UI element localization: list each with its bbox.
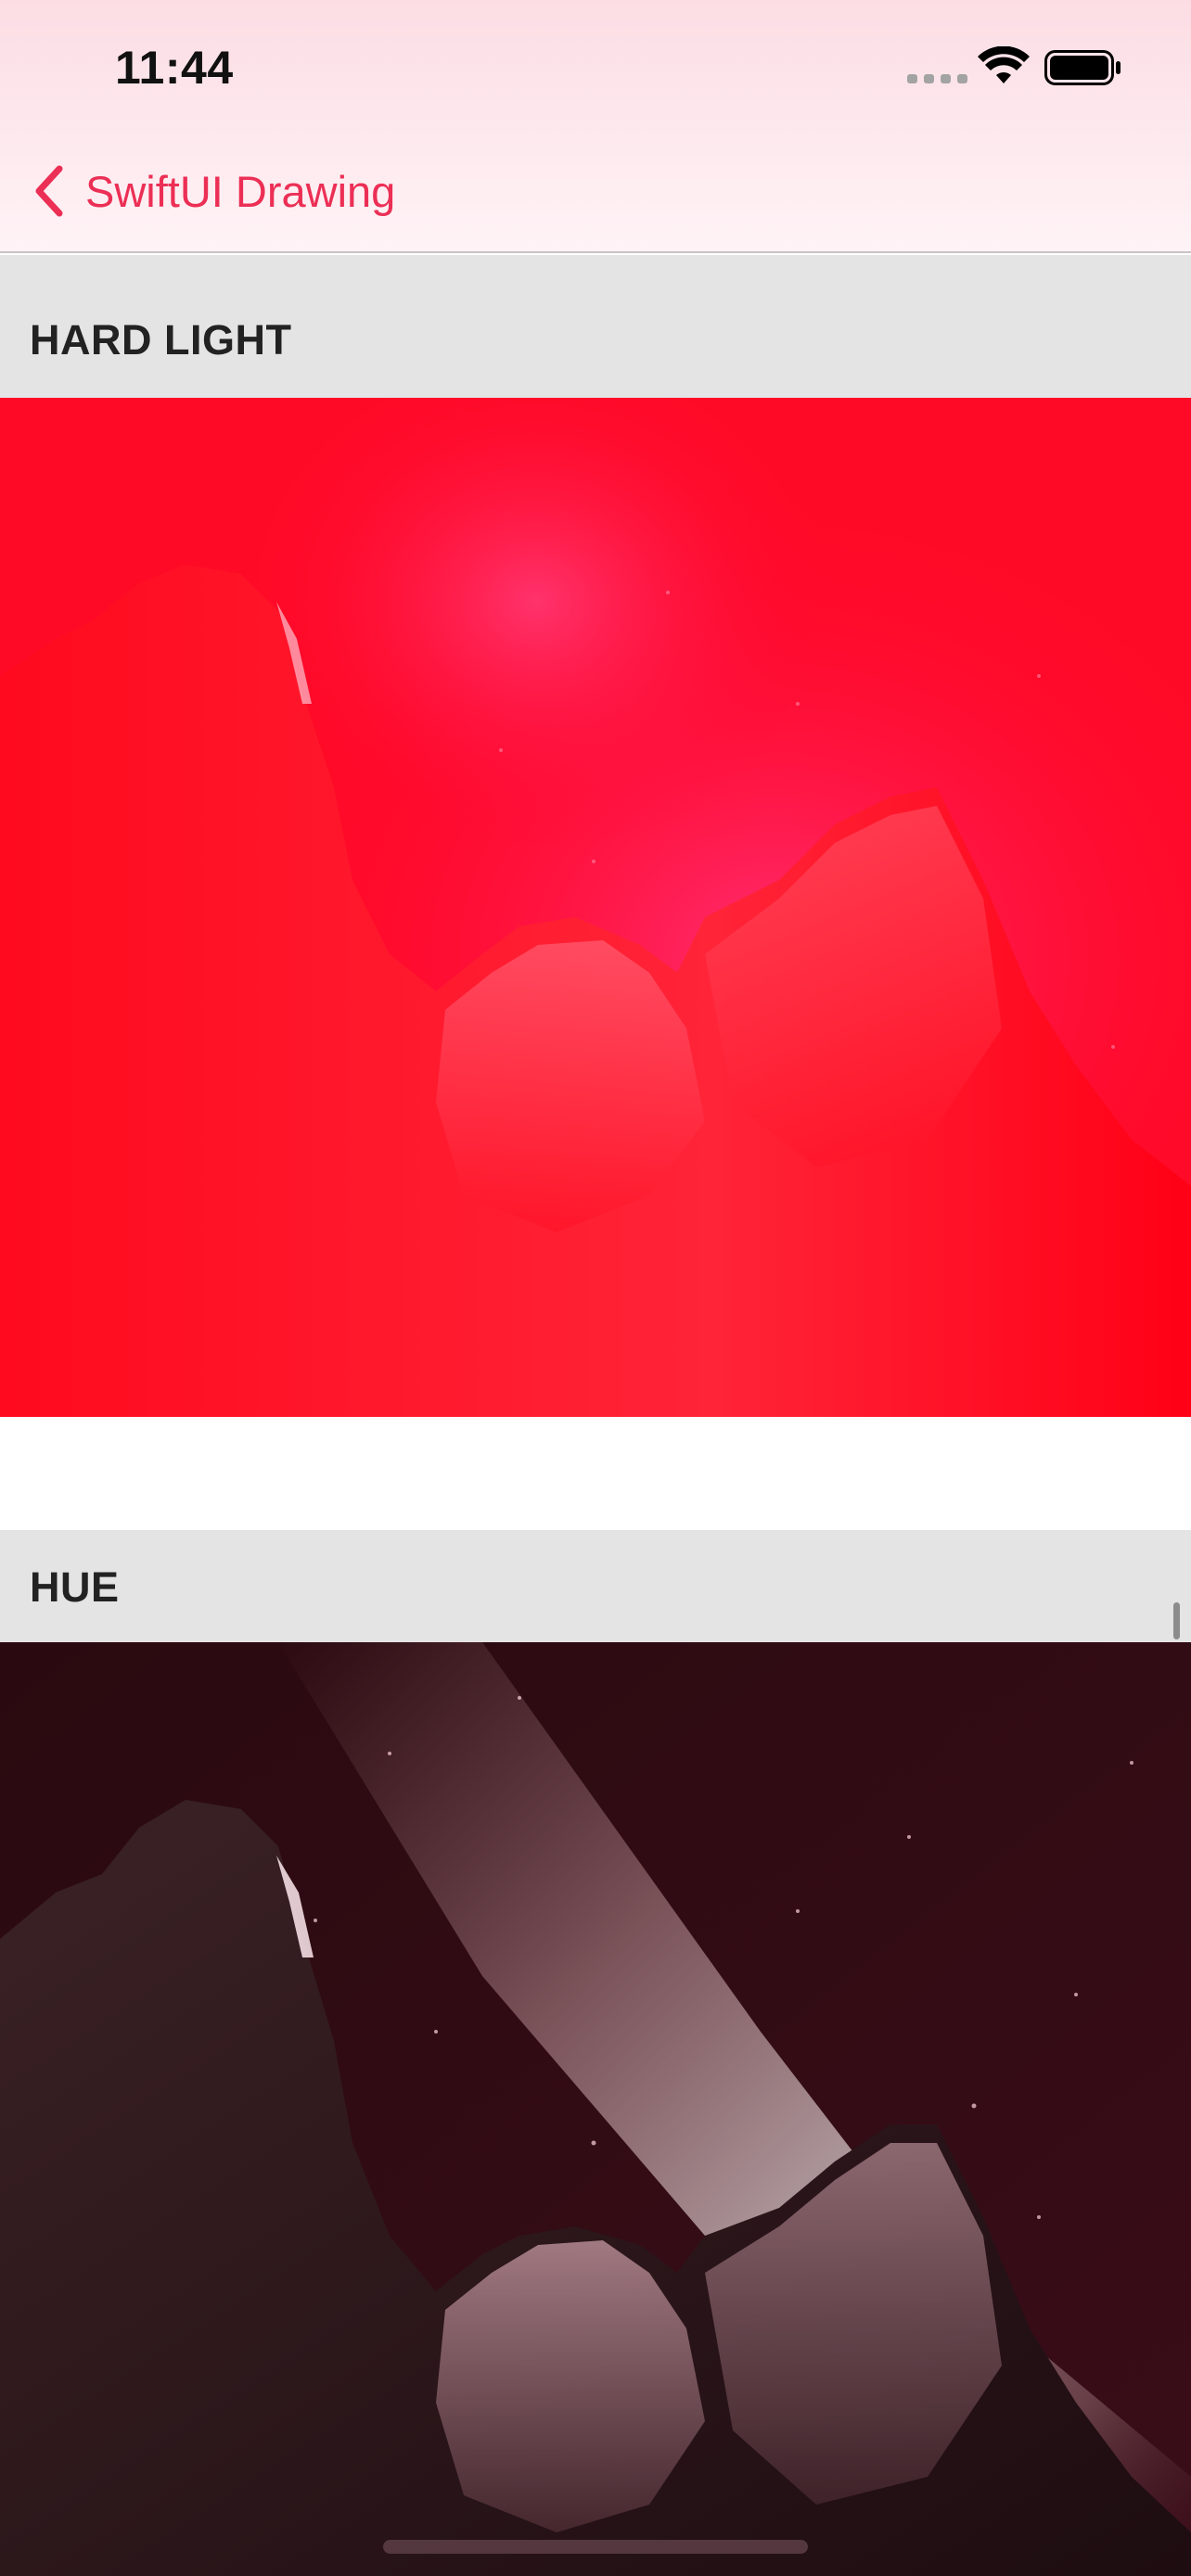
navigation-header: 11:44 SwiftUI Drawing	[0, 0, 1191, 253]
section-spacer	[0, 1417, 1191, 1530]
chevron-left-icon	[35, 165, 63, 217]
section-title: HUE	[30, 1563, 120, 1611]
hue-image	[0, 1642, 1191, 2576]
section-title: HARD LIGHT	[30, 316, 292, 363]
back-button[interactable]: SwiftUI Drawing	[32, 158, 395, 224]
hard-light-image	[0, 398, 1191, 1417]
battery-icon	[1044, 50, 1121, 85]
section-header-hue: HUE	[0, 1530, 1191, 1642]
cellular-signal-icon	[907, 74, 967, 83]
back-button-label: SwiftUI Drawing	[85, 166, 396, 216]
scroll-indicator[interactable]	[1173, 1602, 1180, 1639]
wifi-icon	[978, 46, 1030, 83]
home-indicator[interactable]	[383, 2540, 808, 2554]
status-time: 11:44	[115, 42, 234, 94]
screen: 11:44 SwiftUI Drawing HARD LIGHT HUE	[0, 0, 1191, 2576]
section-header-hard-light: HARD LIGHT	[0, 255, 1191, 398]
